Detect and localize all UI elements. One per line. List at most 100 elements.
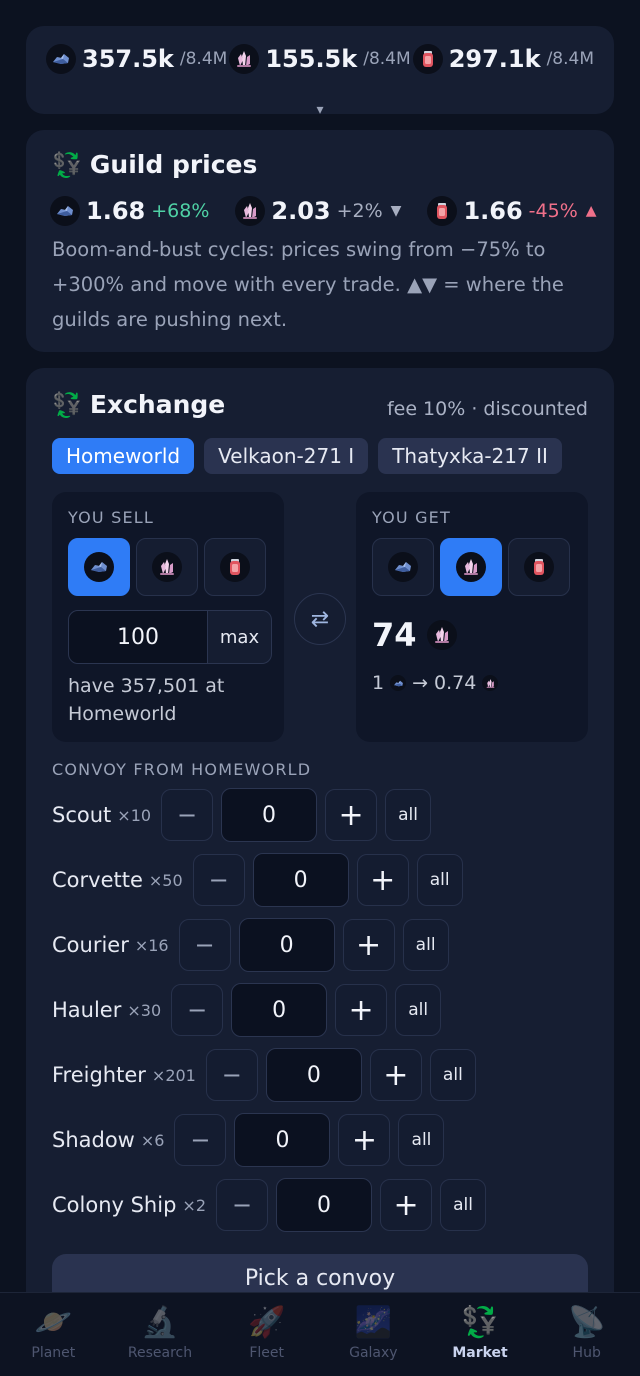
decrement-button[interactable]: − (216, 1179, 269, 1231)
decrement-button[interactable]: − (161, 789, 214, 841)
exchange-header: 💱 Exchange (52, 390, 225, 419)
get-pick-ore[interactable] (372, 538, 434, 596)
decrement-button[interactable]: − (174, 1114, 227, 1166)
increment-button[interactable]: + (369, 1049, 422, 1101)
ship-name: Hauler (52, 998, 122, 1022)
swap-button[interactable]: ⇄ (294, 593, 346, 645)
resource-value: 155.5k (265, 45, 358, 73)
microscope-icon: 🔬 (141, 1304, 179, 1340)
nav-label: Fleet (249, 1345, 285, 1361)
resource-value: 297.1k (448, 45, 541, 73)
increment-button[interactable]: + (325, 789, 378, 841)
ship-count: ×50 (148, 870, 183, 890)
rocket-icon: 🚀 (248, 1304, 286, 1340)
increment-button[interactable]: + (342, 919, 395, 971)
sell-amount-row: max (68, 610, 272, 664)
sell-amount-input[interactable] (68, 610, 208, 664)
exchange-card: 💱 Exchange fee 10% · discounted Homeworl… (26, 368, 614, 1314)
nav-label: Galaxy (349, 1345, 398, 1361)
ship-row-freighter: Freighter ×201 − + all (52, 1048, 476, 1102)
ship-count: ×16 (134, 935, 169, 955)
resource-ore: 357.5k /8.4M (46, 44, 227, 74)
nav-galaxy[interactable]: 🌌 Galaxy (320, 1293, 427, 1376)
sell-pick-fuel[interactable] (204, 538, 266, 596)
currency-exchange-icon: 💱 (52, 150, 82, 179)
resource-capacity: /8.4M (363, 49, 411, 69)
ore-icon (84, 552, 114, 582)
nav-market[interactable]: 💱 Market (427, 1293, 534, 1376)
ship-qty-input[interactable] (234, 1113, 331, 1167)
tab-velkaon-271-i[interactable]: Velkaon-271 I (204, 438, 369, 474)
guild-prices-card: 💱 Guild prices 1.68 +68% 2.03 +2% ▼ 1.66… (26, 130, 614, 352)
resource-fuel: 297.1k /8.4M (412, 44, 594, 74)
expand-chevron-icon[interactable]: ▾ (26, 102, 614, 118)
all-button[interactable]: all (440, 1179, 487, 1231)
crystal-icon (456, 552, 486, 582)
all-button[interactable]: all (416, 854, 463, 906)
get-pick-fuel[interactable] (508, 538, 570, 596)
price-value: 1.68 (86, 197, 146, 225)
guild-prices-title: Guild prices (89, 150, 258, 179)
nav-fleet[interactable]: 🚀 Fleet (213, 1293, 320, 1376)
increment-button[interactable]: + (380, 1179, 433, 1231)
ship-name: Colony Ship (52, 1193, 177, 1217)
ship-name: Corvette (52, 868, 143, 892)
trend-down-icon: ▼ (390, 203, 402, 219)
sell-pick-crystal[interactable] (136, 538, 198, 596)
ship-qty-input[interactable] (231, 983, 328, 1037)
sell-pick-ore[interactable] (68, 538, 130, 596)
ore-icon (46, 44, 76, 74)
guild-prices-header: 💱 Guild prices (52, 150, 257, 179)
crystal-icon (229, 44, 260, 74)
max-button[interactable]: max (208, 610, 272, 664)
ship-qty-input[interactable] (238, 918, 335, 972)
increment-button[interactable]: + (356, 854, 409, 906)
location-tabs: Homeworld Velkaon-271 I Thatyxka-217 II (52, 438, 562, 474)
nav-research[interactable]: 🔬 Research (107, 1293, 214, 1376)
tab-homeworld[interactable]: Homeworld (52, 438, 195, 474)
rate-to: 0.74 (434, 672, 477, 694)
all-button[interactable]: all (429, 1049, 476, 1101)
ship-count: ×6 (140, 1130, 165, 1150)
decrement-button[interactable]: − (178, 919, 231, 971)
all-button[interactable]: all (385, 789, 432, 841)
resource-crystal: 155.5k /8.4M (229, 44, 411, 74)
exchange-rate: 1 → 0.74 (372, 672, 499, 694)
ship-row-shadow: Shadow ×6 − + all (52, 1113, 445, 1167)
nav-planet[interactable]: 🪐 Planet (0, 1293, 107, 1376)
tab-thatyxka-217-ii[interactable]: Thatyxka-217 II (378, 438, 562, 474)
fuel-canister-icon (412, 44, 443, 74)
price-crystal: 2.03 +2% ▼ (235, 196, 401, 226)
increment-button[interactable]: + (335, 984, 388, 1036)
ship-count: ×201 (151, 1065, 196, 1085)
crystal-icon (426, 620, 457, 650)
decrement-button[interactable]: − (205, 1049, 258, 1101)
increment-button[interactable]: + (338, 1114, 391, 1166)
ore-icon (388, 552, 418, 582)
currency-exchange-icon: 💱 (52, 390, 82, 419)
get-pick-crystal[interactable] (440, 538, 502, 596)
planet-icon: 🪐 (34, 1304, 73, 1340)
all-button[interactable]: all (398, 1114, 445, 1166)
price-fuel: 1.66 -45% ▲ (427, 196, 597, 226)
nav-label: Research (127, 1345, 193, 1361)
all-button[interactable]: all (402, 919, 449, 971)
price-change: +2% (336, 200, 383, 222)
currency-exchange-icon: 💱 (461, 1304, 499, 1340)
ship-qty-input[interactable] (276, 1178, 373, 1232)
decrement-button[interactable]: − (192, 854, 245, 906)
resource-value: 357.5k (82, 45, 174, 73)
ship-qty-input[interactable] (252, 853, 349, 907)
ship-qty-input[interactable] (221, 788, 318, 842)
ship-count: ×10 (117, 805, 152, 825)
decrement-button[interactable]: − (171, 984, 224, 1036)
ship-row-hauler: Hauler ×30 − + all (52, 983, 442, 1037)
resource-capacity: /8.4M (546, 49, 594, 69)
fuel-canister-icon (524, 552, 554, 582)
resource-summary-card[interactable]: 357.5k /8.4M 155.5k /8.4M 297.1k /8.4M ▾ (26, 26, 614, 118)
you-sell-label: YOU SELL (68, 508, 154, 527)
crystal-icon (482, 675, 499, 691)
all-button[interactable]: all (395, 984, 442, 1036)
ship-qty-input[interactable] (265, 1048, 362, 1102)
nav-hub[interactable]: 📡 Hub (533, 1293, 640, 1376)
